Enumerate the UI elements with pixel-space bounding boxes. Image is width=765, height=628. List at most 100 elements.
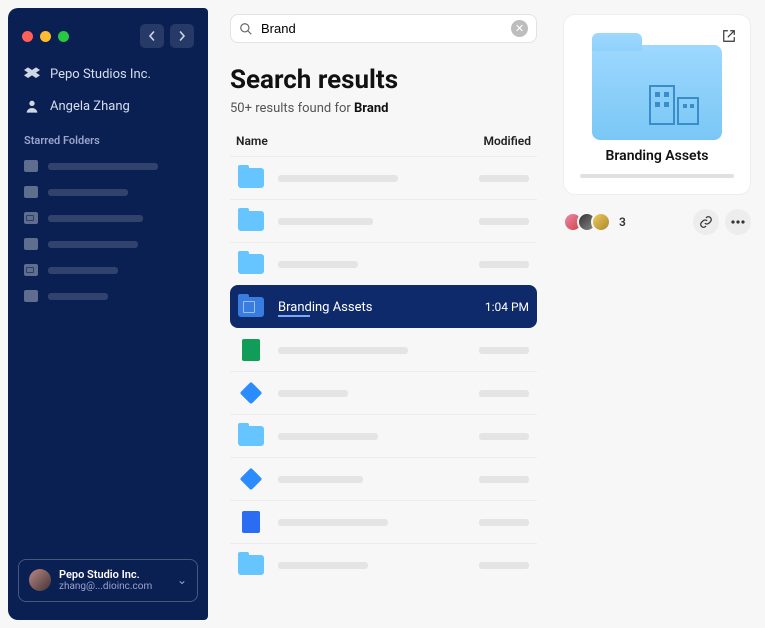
preview-title: Branding Assets — [576, 148, 738, 164]
main-content: ✕ Search results 50+ results found for B… — [212, 0, 555, 628]
folder-icon — [238, 167, 264, 189]
row-name-placeholder — [278, 175, 398, 182]
col-modified: Modified — [483, 134, 531, 148]
dropbox-file-icon — [238, 382, 264, 404]
starred-folder-item[interactable] — [8, 153, 208, 179]
folder-preview-icon — [592, 45, 722, 140]
result-row[interactable] — [230, 156, 537, 199]
result-row[interactable] — [230, 242, 537, 285]
clear-search-button[interactable]: ✕ — [511, 20, 528, 37]
result-row[interactable] — [230, 500, 537, 543]
avatar — [591, 212, 611, 232]
row-modified-placeholder — [479, 218, 529, 225]
window-controls — [8, 20, 208, 58]
document-icon — [238, 511, 264, 533]
row-name-placeholder — [278, 390, 348, 397]
starred-heading: Starred Folders — [8, 122, 208, 153]
result-row[interactable] — [230, 457, 537, 500]
avatar — [29, 569, 51, 591]
preview-card: Branding Assets — [563, 14, 751, 195]
user-icon — [24, 98, 40, 114]
folder-icon — [238, 296, 264, 318]
starred-folder-item[interactable] — [8, 205, 208, 231]
row-modified-placeholder — [479, 261, 529, 268]
row-name-placeholder — [278, 562, 368, 569]
row-name-placeholder — [278, 218, 373, 225]
row-modified-placeholder — [479, 390, 529, 397]
row-modified-placeholder — [479, 347, 529, 354]
nav-forward-button[interactable] — [170, 24, 194, 48]
close-window-icon[interactable] — [22, 31, 33, 42]
row-modified-placeholder — [479, 175, 529, 182]
starred-folder-item[interactable] — [8, 283, 208, 309]
col-name: Name — [236, 134, 268, 148]
nav-back-button[interactable] — [140, 24, 164, 48]
user-name: Angela Zhang — [50, 99, 130, 114]
preview-meta: 3 — [563, 209, 751, 235]
sidebar: Pepo Studios Inc. Angela Zhang Starred F… — [8, 8, 208, 620]
maximize-window-icon[interactable] — [58, 31, 69, 42]
result-row[interactable] — [230, 414, 537, 457]
folder-label-placeholder — [48, 293, 108, 300]
result-row[interactable] — [230, 199, 537, 242]
folder-icon — [238, 554, 264, 576]
folder-label-placeholder — [48, 215, 143, 222]
row-name-placeholder — [278, 519, 388, 526]
team-folder-icon — [24, 212, 38, 224]
dropbox-icon — [24, 66, 40, 82]
open-external-button[interactable] — [718, 25, 740, 47]
folder-icon — [238, 253, 264, 275]
copy-link-button[interactable] — [693, 209, 719, 235]
folder-icon — [24, 238, 38, 250]
results-title: Search results — [230, 65, 537, 95]
row-modified-placeholder — [479, 476, 529, 483]
team-folder-icon — [24, 264, 38, 276]
row-name-placeholder — [278, 433, 378, 440]
row-name-placeholder — [278, 261, 358, 268]
folder-icon — [24, 160, 38, 172]
result-row[interactable] — [230, 328, 537, 371]
search-input[interactable] — [261, 21, 503, 36]
search-icon — [239, 22, 253, 36]
more-options-button[interactable] — [725, 209, 751, 235]
folder-icon — [238, 210, 264, 232]
user-row[interactable]: Angela Zhang — [8, 90, 208, 122]
row-name: Branding Assets — [278, 300, 372, 315]
folder-label-placeholder — [48, 241, 138, 248]
row-modified-placeholder — [479, 433, 529, 440]
row-modified-placeholder — [479, 519, 529, 526]
account-switcher[interactable]: Pepo Studio Inc. zhang@...dioinc.com ⌄ — [18, 559, 198, 602]
minimize-window-icon[interactable] — [40, 31, 51, 42]
result-row[interactable] — [230, 371, 537, 414]
folder-icon — [238, 425, 264, 447]
preview-progress-bar — [580, 174, 734, 178]
result-row[interactable] — [230, 543, 537, 586]
avatar-stack[interactable] — [563, 212, 611, 232]
spreadsheet-icon — [238, 339, 264, 361]
starred-folder-item[interactable] — [8, 179, 208, 205]
folder-label-placeholder — [48, 189, 128, 196]
results-subtitle: 50+ results found for Brand — [230, 101, 537, 116]
folder-label-placeholder — [48, 267, 118, 274]
dropbox-file-icon — [238, 468, 264, 490]
result-list: Branding Assets 1:04 PM — [230, 156, 537, 586]
starred-folder-item[interactable] — [8, 231, 208, 257]
folder-label-placeholder — [48, 163, 158, 170]
row-modified-placeholder — [479, 562, 529, 569]
folder-icon — [24, 186, 38, 198]
preview-panel: Branding Assets 3 — [555, 0, 765, 628]
account-email: zhang@...dioinc.com — [59, 581, 152, 593]
row-name-placeholder — [278, 476, 363, 483]
search-bar[interactable]: ✕ — [230, 14, 537, 43]
folder-icon — [24, 290, 38, 302]
chevron-down-icon: ⌄ — [177, 573, 187, 587]
table-header: Name Modified — [230, 134, 537, 156]
row-modified: 1:04 PM — [485, 300, 529, 314]
workspace-name: Pepo Studios Inc. — [50, 67, 151, 82]
account-name: Pepo Studio Inc. — [59, 568, 152, 581]
row-name-placeholder — [278, 347, 408, 354]
starred-folder-item[interactable] — [8, 257, 208, 283]
share-count: 3 — [619, 215, 626, 229]
result-row-selected[interactable]: Branding Assets 1:04 PM — [230, 285, 537, 328]
workspace-row[interactable]: Pepo Studios Inc. — [8, 58, 208, 90]
